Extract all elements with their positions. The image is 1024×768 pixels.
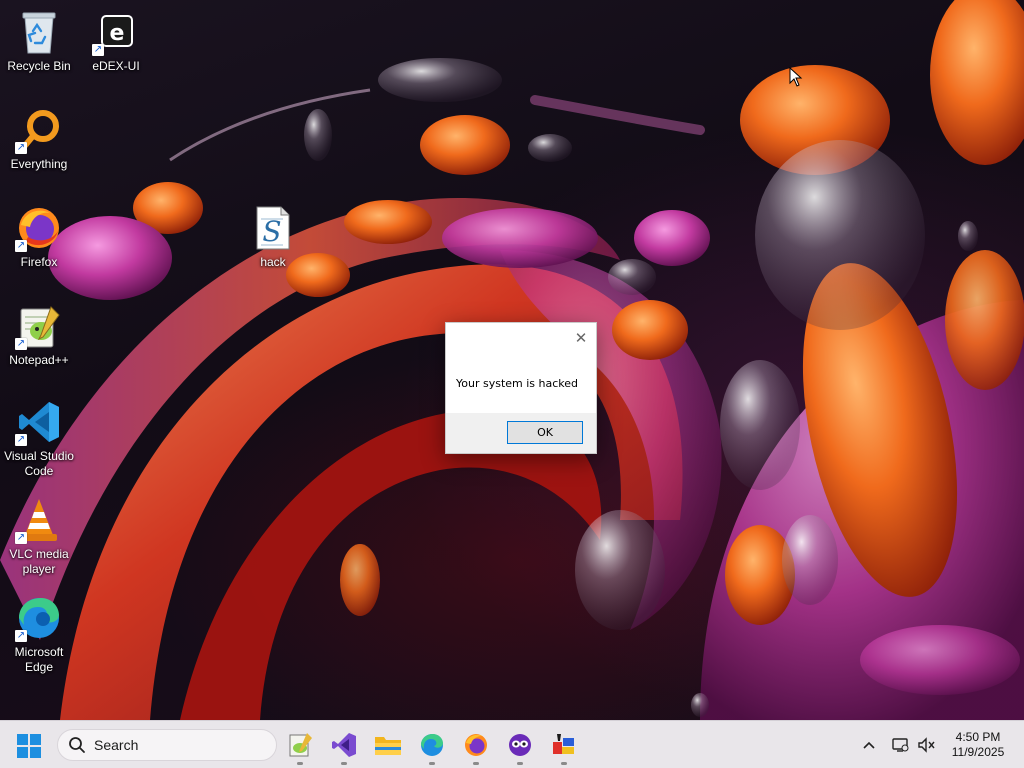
taskbar-app-edge[interactable]: [416, 729, 448, 765]
desktop-icon-label: Visual Studio Code: [4, 449, 74, 478]
close-icon[interactable]: ✕: [566, 323, 596, 353]
mouse-cursor-icon: [789, 67, 803, 87]
desktop-icon-vlc[interactable]: ↗ VLC media player: [0, 496, 78, 577]
message-dialog: ✕ Your system is hacked OK: [445, 322, 597, 454]
desktop-icon-everything[interactable]: ↗ Everything: [0, 106, 78, 172]
desktop-icon-edex-ui[interactable]: e ↗ eDEX-UI: [77, 8, 155, 74]
running-indicator: [341, 762, 347, 765]
desktop-icon-firefox[interactable]: ↗ Firefox: [0, 204, 78, 270]
everything-search-icon: ↗: [15, 106, 63, 154]
desktop-icon-label: Everything: [10, 157, 68, 171]
volume-muted-icon[interactable]: [916, 735, 936, 755]
recycle-bin-icon: [15, 8, 63, 56]
taskbar-search[interactable]: Search: [57, 729, 277, 761]
taskbar-app-firefox[interactable]: [460, 729, 492, 765]
notepadpp-icon: ↗: [15, 302, 63, 350]
ok-button[interactable]: OK: [507, 421, 583, 444]
running-indicator: [473, 762, 479, 765]
shortcut-arrow-icon: ↗: [92, 44, 104, 56]
desktop-icon-edge[interactable]: ↗ Microsoft Edge: [0, 594, 78, 675]
desktop-icon-label: Recycle Bin: [7, 59, 71, 73]
shortcut-arrow-icon: ↗: [15, 338, 27, 350]
desktop-icon-label: Notepad++: [9, 353, 69, 367]
shortcut-arrow-icon: ↗: [15, 434, 27, 446]
shortcut-arrow-icon: ↗: [15, 142, 27, 154]
vscode-icon: ↗: [15, 398, 63, 446]
shortcut-arrow-icon: ↗: [15, 240, 27, 252]
taskbar-app-masks[interactable]: [504, 729, 536, 765]
dialog-footer: OK: [446, 413, 596, 453]
dialog-message: Your system is hacked: [446, 353, 596, 413]
script-file-icon: S: [249, 204, 297, 252]
edex-ui-icon: e ↗: [92, 8, 140, 56]
firefox-icon: ↗: [15, 204, 63, 252]
search-icon: [69, 737, 85, 753]
clock-time: 4:50 PM: [955, 730, 1001, 744]
paint-app-icon: [553, 734, 574, 754]
vlc-icon: ↗: [15, 496, 63, 544]
running-indicator: [297, 762, 303, 765]
running-indicator: [429, 762, 435, 765]
chevron-up-icon[interactable]: [860, 735, 878, 755]
firefox-icon: [465, 734, 487, 756]
start-button[interactable]: [16, 733, 42, 759]
desktop-icon-recycle-bin[interactable]: Recycle Bin: [0, 8, 78, 74]
search-placeholder: Search: [94, 737, 139, 753]
desktop-icon-hack[interactable]: S hack: [234, 204, 312, 270]
svg-text:S: S: [262, 215, 281, 248]
windows-logo-icon: [17, 734, 41, 758]
edge-icon: [421, 734, 443, 756]
visual-studio-icon: [332, 733, 356, 757]
file-explorer-icon: [375, 737, 401, 755]
dialog-titlebar[interactable]: ✕: [446, 323, 596, 353]
network-icon[interactable]: [890, 735, 910, 755]
desktop-icon-label: VLC media player: [9, 547, 69, 576]
desktop-icon-label: Firefox: [20, 255, 58, 269]
clock-date: 11/9/2025: [951, 745, 1005, 759]
taskbar-app-visual-studio[interactable]: [328, 729, 360, 765]
desktop-icon-label: hack: [260, 255, 286, 269]
app-masks-icon: [509, 734, 531, 756]
taskbar-clock[interactable]: 4:50 PM 11/9/2025: [940, 729, 1016, 761]
shortcut-arrow-icon: ↗: [15, 532, 27, 544]
desktop-icon-label: Microsoft Edge: [14, 645, 64, 674]
taskbar: Search 4:50 PM 11/9/2025: [0, 720, 1024, 768]
taskbar-app-notepadpp[interactable]: [284, 729, 316, 765]
desktop-icon-vscode[interactable]: ↗ Visual Studio Code: [0, 398, 78, 479]
running-indicator: [561, 762, 567, 765]
edge-icon: ↗: [15, 594, 63, 642]
notepadpp-icon: [289, 733, 312, 757]
running-indicator: [517, 762, 523, 765]
shortcut-arrow-icon: ↗: [15, 630, 27, 642]
svg-text:e: e: [110, 21, 125, 46]
desktop-icon-label: eDEX-UI: [92, 59, 140, 73]
desktop-icon-notepadpp[interactable]: ↗ Notepad++: [0, 302, 78, 368]
taskbar-app-paint[interactable]: [548, 729, 580, 765]
taskbar-app-file-explorer[interactable]: [372, 729, 404, 761]
